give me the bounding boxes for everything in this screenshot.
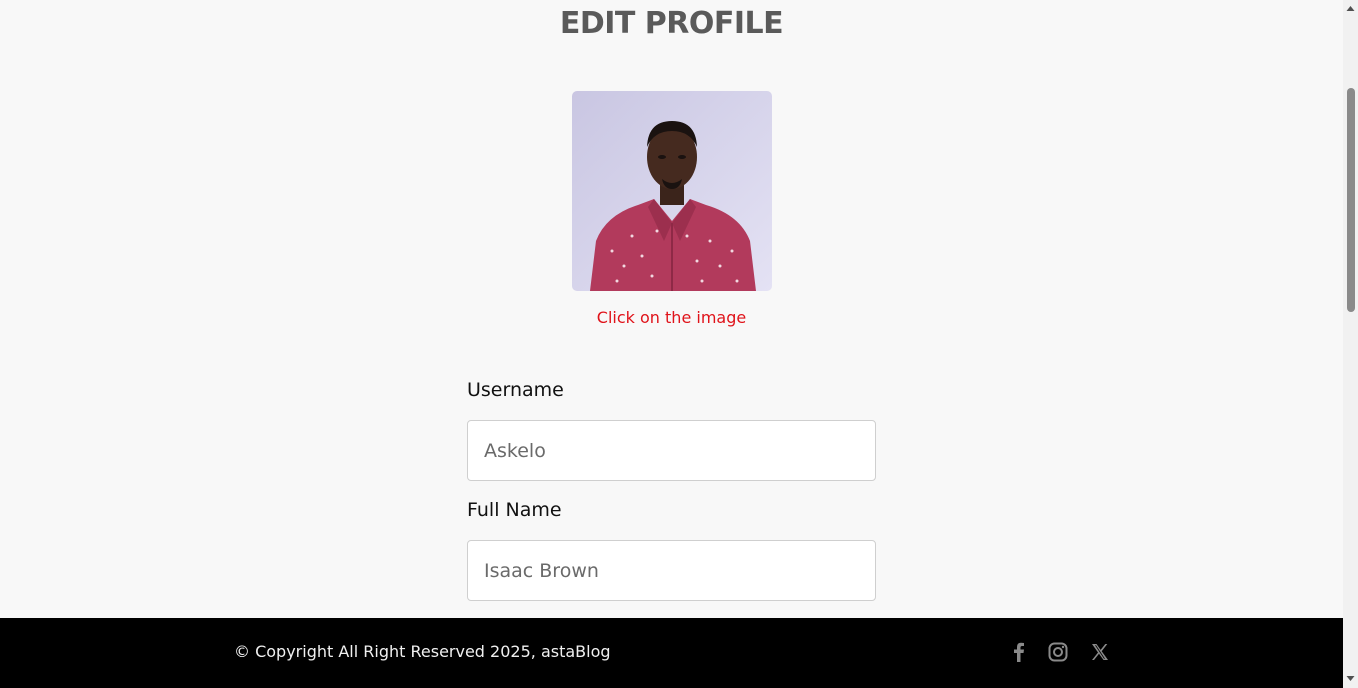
copyright-text: © Copyright All Right Reserved 2025, ast… bbox=[234, 642, 611, 661]
image-hint: Click on the image bbox=[596, 308, 747, 327]
x-icon[interactable] bbox=[1088, 640, 1112, 664]
page-title: EDIT PROFILE bbox=[559, 6, 784, 41]
edit-profile-page: EDIT PROFILE Click on the image Username… bbox=[0, 0, 1343, 688]
scroll-up-arrow-icon[interactable] bbox=[1346, 4, 1355, 13]
vertical-scrollbar[interactable] bbox=[1343, 0, 1358, 688]
username-input[interactable] bbox=[467, 420, 876, 481]
full-name-label: Full Name bbox=[467, 499, 562, 521]
username-label: Username bbox=[467, 379, 564, 401]
instagram-icon[interactable] bbox=[1046, 640, 1070, 664]
scrollbar-thumb[interactable] bbox=[1347, 88, 1355, 312]
facebook-icon[interactable] bbox=[1007, 640, 1031, 664]
full-name-input[interactable] bbox=[467, 540, 876, 601]
scroll-down-arrow-icon[interactable] bbox=[1346, 674, 1355, 683]
footer: © Copyright All Right Reserved 2025, ast… bbox=[0, 618, 1343, 688]
profile-image[interactable] bbox=[572, 91, 772, 291]
profile-photo bbox=[572, 91, 772, 291]
